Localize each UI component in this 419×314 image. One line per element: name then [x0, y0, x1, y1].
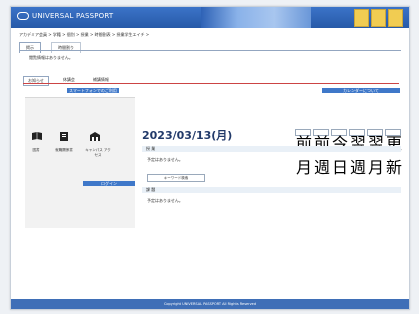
- tab-timetable[interactable]: 時間割り: [51, 42, 81, 53]
- section-tasks-title: 課 題: [146, 187, 156, 192]
- document-icon[interactable]: [58, 131, 70, 142]
- sidebar-label-jobdocs: 就職関係書: [55, 148, 73, 152]
- app-window: UNIVERSAL PASSPORT アカデミア会員 > 学籍 > 個別 > 授…: [10, 6, 410, 310]
- primary-notice: 閲覧情報はありません。: [29, 55, 73, 60]
- document-icon-svg: [60, 132, 68, 141]
- sidebar-label-campus: キャンパス アクセス: [85, 148, 111, 157]
- book-icon[interactable]: [31, 131, 43, 142]
- primary-tabs: 掲示 時間割り: [19, 42, 81, 53]
- secondary-underline: [23, 83, 399, 84]
- building-icon[interactable]: [89, 131, 101, 142]
- brand-logo-icon: [17, 12, 29, 20]
- banner-image: [201, 7, 311, 28]
- section-classes-title: 授 業: [146, 146, 156, 151]
- tab-underline: [19, 50, 401, 51]
- login-button[interactable]: ログイン: [83, 181, 135, 186]
- calendar-nav: 前月 前週 今日 翌週 翌月 更新: [295, 129, 402, 177]
- building-icon-svg: [90, 132, 100, 141]
- tab-news[interactable]: お知らせ: [23, 76, 49, 86]
- section-classes: 授 業: [142, 146, 401, 152]
- copyright-bar: Copyright UNIVERSAL PASSPORT All Rights …: [11, 299, 409, 309]
- sidebar-label-library: 図書: [32, 148, 40, 152]
- nav-today[interactable]: 今日: [331, 129, 348, 177]
- section-tasks: 課 題: [142, 187, 401, 193]
- tab-cancellation[interactable]: 休講会: [59, 76, 79, 86]
- header-icon-group: [354, 9, 403, 27]
- section-tasks-empty: 予定はありません。: [147, 198, 183, 203]
- brand: UNIVERSAL PASSPORT: [17, 12, 113, 20]
- tab-makeup[interactable]: 補講情報: [89, 76, 113, 86]
- secondary-tabs: お知らせ 休講会 補講情報: [23, 76, 113, 86]
- nav-refresh[interactable]: 更新: [385, 129, 402, 177]
- top-banner: UNIVERSAL PASSPORT: [11, 7, 409, 28]
- header-calendar-icon[interactable]: [371, 9, 386, 27]
- nav-prev-week[interactable]: 前週: [313, 129, 330, 177]
- header-book-icon[interactable]: [354, 9, 369, 27]
- header-building-icon[interactable]: [388, 9, 403, 27]
- nav-next-month[interactable]: 翌月: [367, 129, 384, 177]
- tab-notice[interactable]: 掲示: [19, 42, 41, 53]
- smartphone-button[interactable]: スマートフォンでのご利用: [67, 88, 119, 93]
- breadcrumb: アカデミア会員 > 学籍 > 個別 > 授業 > 時間割表 > 授業学生エイチ …: [19, 32, 150, 37]
- nav-prev-month[interactable]: 前月: [295, 129, 312, 177]
- sidebar: [25, 97, 135, 228]
- section-classes-empty: 予定はありません。: [147, 157, 183, 162]
- book-icon-svg: [32, 132, 42, 140]
- page-date: 2023/03/13(月): [142, 129, 233, 142]
- nav-next-week[interactable]: 翌週: [349, 129, 366, 177]
- calendar-about-button[interactable]: カレンダーについて: [322, 88, 400, 93]
- brand-name: UNIVERSAL PASSPORT: [32, 12, 114, 20]
- keyword-search-button[interactable]: キーワード検索: [147, 174, 205, 182]
